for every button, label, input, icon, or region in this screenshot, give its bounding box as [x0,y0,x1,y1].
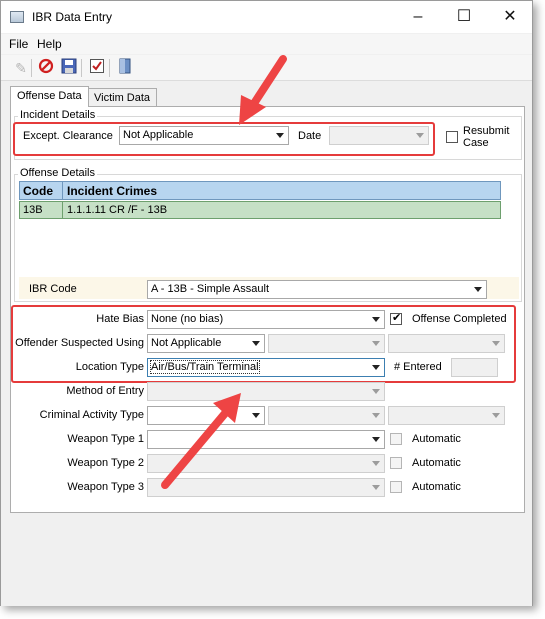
ibr-data-entry-window: IBR Data Entry – ☐ ✕ File Help ✎ Offense… [0,0,533,606]
tab-offense-data[interactable]: Offense Data [10,86,89,107]
arrow-icon-bottom [161,393,241,489]
arrow-icon-top [239,55,287,125]
